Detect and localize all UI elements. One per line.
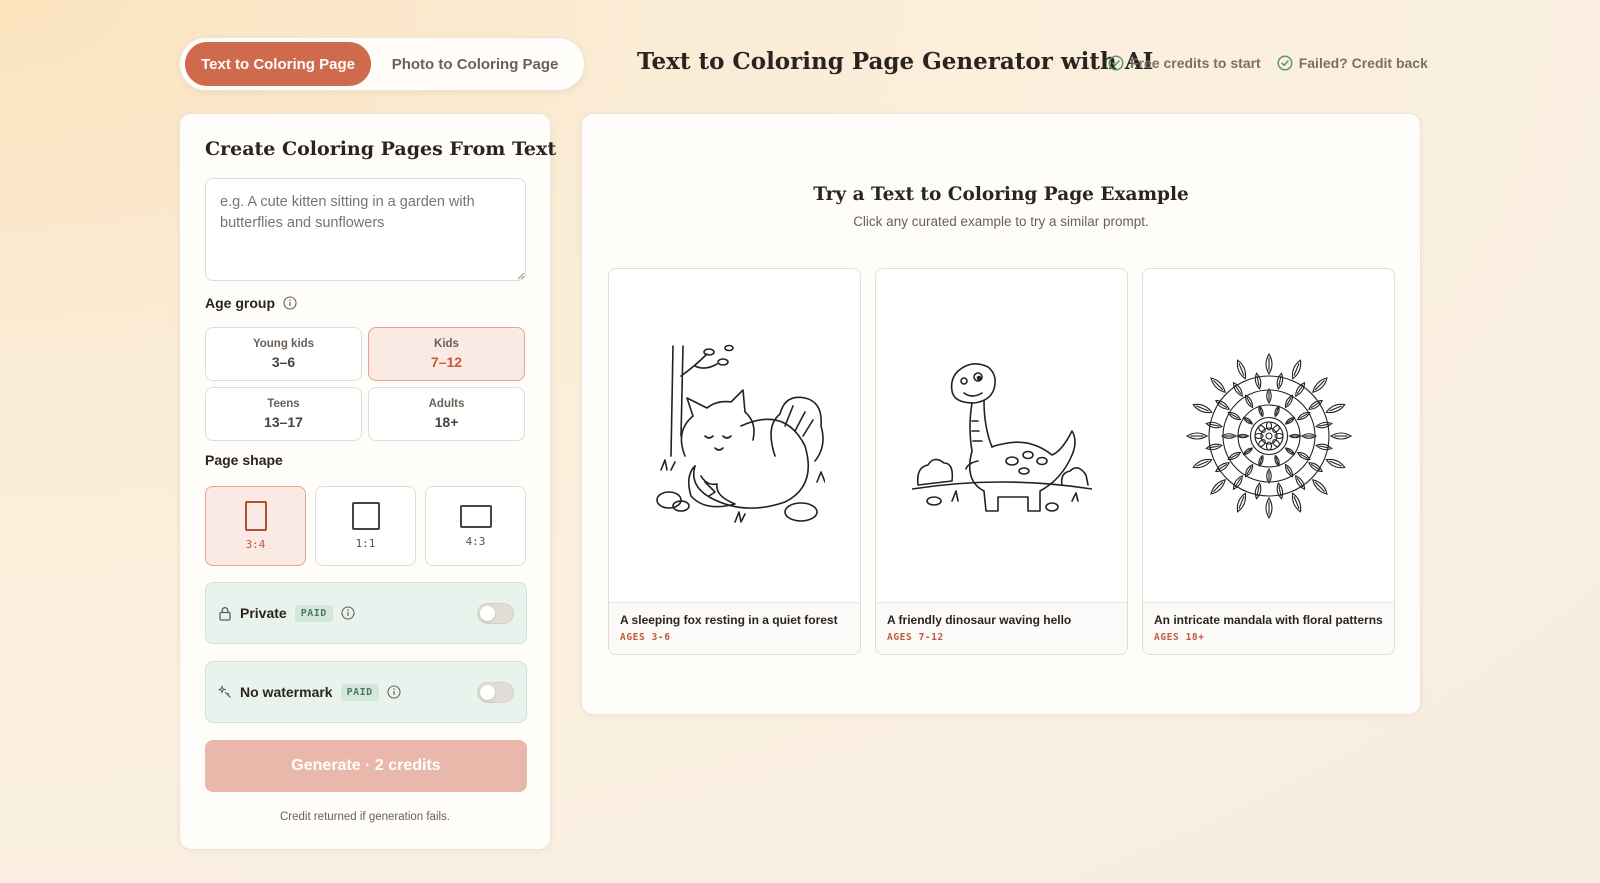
shape-option-4-3[interactable]: 4:3 [425, 486, 526, 566]
examples-title: Try a Text to Coloring Page Example [813, 184, 1189, 205]
dinosaur-illustration-icon [911, 362, 1092, 512]
paid-badge: PAID [294, 604, 333, 622]
age-group-label: Age group [205, 295, 297, 311]
example-image [609, 269, 860, 603]
age-option-sub: Teens [267, 398, 300, 410]
perk-label: Failed? Credit back [1298, 55, 1428, 71]
examples-panel: Try a Text to Coloring Page Example Clic… [581, 113, 1421, 715]
example-image [1143, 269, 1394, 603]
lock-icon [219, 606, 231, 621]
example-age: AGES 18+ [1154, 632, 1205, 643]
age-option-kids[interactable]: Kids 7–12 [368, 327, 525, 381]
private-toggle-row: Private PAID [205, 582, 527, 644]
mode-switch: Text to Coloring Page Photo to Coloring … [179, 37, 585, 91]
square-shape-icon [351, 502, 380, 530]
generate-button[interactable]: Generate · 2 credits [205, 740, 527, 792]
perks: Free credits to start Failed? Credit bac… [1108, 55, 1428, 71]
mandala-illustration-icon [1185, 352, 1352, 519]
example-caption-text: An intricate mandala with floral pattern… [1154, 613, 1383, 627]
age-group-label-text: Age group [205, 295, 275, 311]
perk-label: Free credits to start [1130, 55, 1261, 71]
shape-option-3-4[interactable]: 3:4 [205, 486, 306, 566]
sparkle-off-icon [218, 685, 231, 698]
age-option-value: 3–6 [271, 354, 296, 370]
shape-option-1-1[interactable]: 1:1 [315, 486, 416, 566]
private-label: Private [240, 605, 287, 621]
tab-photo-to-coloring[interactable]: Photo to Coloring Page [371, 42, 579, 86]
no-watermark-toggle-row: No watermark PAID [205, 661, 527, 723]
landscape-shape-icon [459, 504, 492, 528]
age-option-value: 13–17 [264, 414, 303, 430]
create-form-panel: Create Coloring Pages From Text Age grou… [179, 113, 556, 850]
info-icon[interactable] [341, 606, 355, 620]
perk-credit-back: Failed? Credit back [1277, 55, 1428, 71]
age-option-sub: Adults [428, 398, 465, 410]
shape-option-label: 1:1 [355, 537, 376, 550]
page-shape-label-text: Page shape [205, 452, 283, 468]
prompt-input[interactable] [205, 178, 526, 281]
page-shape-options: 3:4 1:1 4:3 [205, 486, 527, 566]
resize-grip-icon[interactable] [517, 272, 525, 280]
private-switch[interactable] [477, 602, 514, 624]
info-icon[interactable] [387, 685, 401, 699]
age-option-teens[interactable]: Teens 13–17 [205, 387, 362, 441]
example-image [876, 269, 1127, 603]
switch-knob [480, 684, 495, 700]
no-watermark-switch[interactable] [477, 681, 514, 703]
portrait-shape-icon [244, 501, 267, 531]
age-option-value: 18+ [434, 414, 459, 430]
tab-text-to-coloring[interactable]: Text to Coloring Page [185, 42, 372, 86]
example-caption-text: A friendly dinosaur waving hello [887, 613, 1072, 627]
example-card-dinosaur[interactable]: A friendly dinosaur waving hello AGES 7-… [875, 268, 1128, 655]
example-caption: A friendly dinosaur waving hello AGES 7-… [876, 603, 1127, 654]
example-age: AGES 7-12 [887, 632, 944, 643]
example-cards: A sleeping fox resting in a quiet forest… [608, 268, 1395, 655]
paid-badge: PAID [340, 683, 379, 701]
form-title: Create Coloring Pages From Text [205, 138, 557, 160]
age-group-options: Young kids 3–6 Kids 7–12 Teens 13–17 Adu… [205, 327, 527, 441]
credit-note: Credit returned if generation fails. [279, 811, 451, 823]
age-option-sub: Kids [434, 338, 459, 350]
example-caption-text: A sleeping fox resting in a quiet forest [620, 613, 838, 627]
check-circle-icon [1277, 55, 1293, 71]
example-caption: A sleeping fox resting in a quiet forest… [609, 603, 860, 654]
age-option-young-kids[interactable]: Young kids 3–6 [205, 327, 362, 381]
info-icon[interactable] [283, 296, 297, 310]
fox-illustration-icon [655, 344, 825, 523]
examples-subtitle: Click any curated example to try a simil… [853, 214, 1149, 229]
no-watermark-label: No watermark [240, 684, 333, 700]
example-card-fox[interactable]: A sleeping fox resting in a quiet forest… [608, 268, 861, 655]
page-title: Text to Coloring Page Generator with AI [637, 48, 1154, 75]
example-age: AGES 3-6 [620, 632, 671, 643]
switch-knob [480, 605, 495, 621]
shape-option-label: 4:3 [465, 534, 486, 548]
check-circle-icon [1108, 55, 1124, 71]
example-caption: An intricate mandala with floral pattern… [1143, 603, 1394, 654]
age-option-adults[interactable]: Adults 18+ [368, 387, 525, 441]
shape-option-label: 3:4 [245, 538, 266, 551]
page-shape-label: Page shape [205, 452, 283, 468]
perk-free-credits: Free credits to start [1108, 55, 1261, 71]
age-option-value: 7–12 [430, 354, 463, 370]
example-card-mandala[interactable]: An intricate mandala with floral pattern… [1142, 268, 1395, 655]
age-option-sub: Young kids [252, 338, 315, 350]
